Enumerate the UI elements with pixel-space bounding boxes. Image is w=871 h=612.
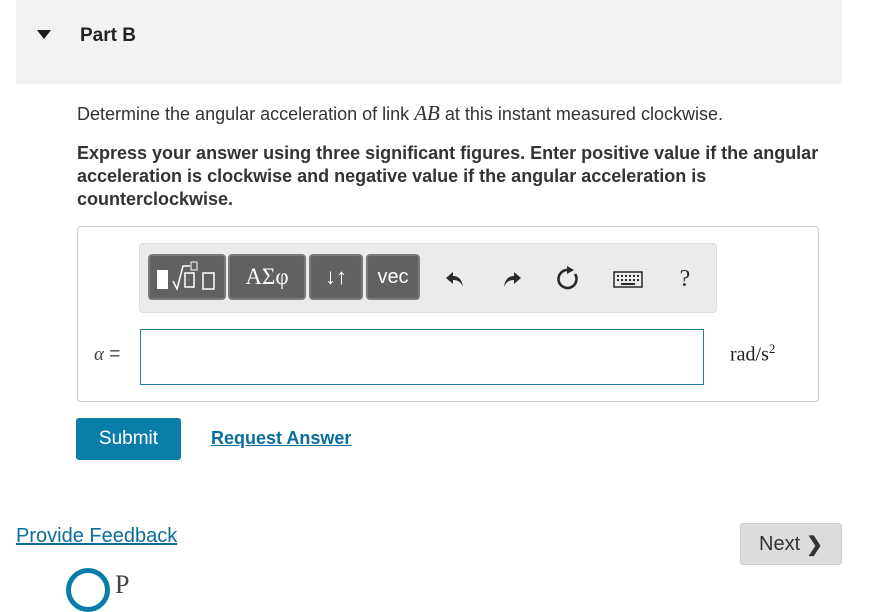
undo-icon[interactable] [440,264,470,294]
next-button[interactable]: Next ❯ [740,523,842,565]
pearson-logo-icon [66,568,110,612]
alpha-symbol: α [94,344,104,365]
question-text: Determine the angular acceleration of li… [77,101,723,126]
collapse-caret-icon[interactable] [37,30,51,39]
question-prefix: Determine the angular acceleration of li… [77,104,415,124]
question-suffix: at this instant measured clockwise. [439,104,723,124]
next-label: Next [759,532,801,555]
unit-base: rad/s [730,343,769,366]
equals-sign: = [103,344,121,365]
part-header[interactable]: Part B [16,0,842,84]
logo-letter: P [115,570,130,599]
arrows-button[interactable]: ↓↑ [309,254,363,300]
greek-symbols-button[interactable]: ΑΣφ [228,254,306,300]
redo-icon[interactable] [497,264,527,294]
reset-icon[interactable] [553,264,583,294]
answer-label: α = [94,344,120,366]
templates-button[interactable] [148,254,226,300]
answer-instructions: Express your answer using three signific… [77,143,819,209]
answer-input[interactable] [140,329,704,385]
vector-button[interactable]: vec [366,254,420,300]
provide-feedback-link[interactable]: Provide Feedback [16,525,177,548]
unit-exponent: 2 [768,341,776,356]
templates-icon [157,261,215,292]
part-title: Part B [80,25,136,46]
unit-label: rad/s2 [730,341,775,367]
request-answer-link[interactable]: Request Answer [211,428,351,449]
math-toolbar: ΑΣφ ↓↑ vec ? [139,243,717,313]
chevron-right-icon: ❯ [806,533,823,556]
link-variable: AB [414,101,440,125]
help-button[interactable]: ? [670,264,700,294]
submit-button[interactable]: Submit [76,418,181,460]
keyboard-icon[interactable] [613,264,643,294]
answer-box: ΑΣφ ↓↑ vec ? α = rad/s2 [77,226,819,402]
